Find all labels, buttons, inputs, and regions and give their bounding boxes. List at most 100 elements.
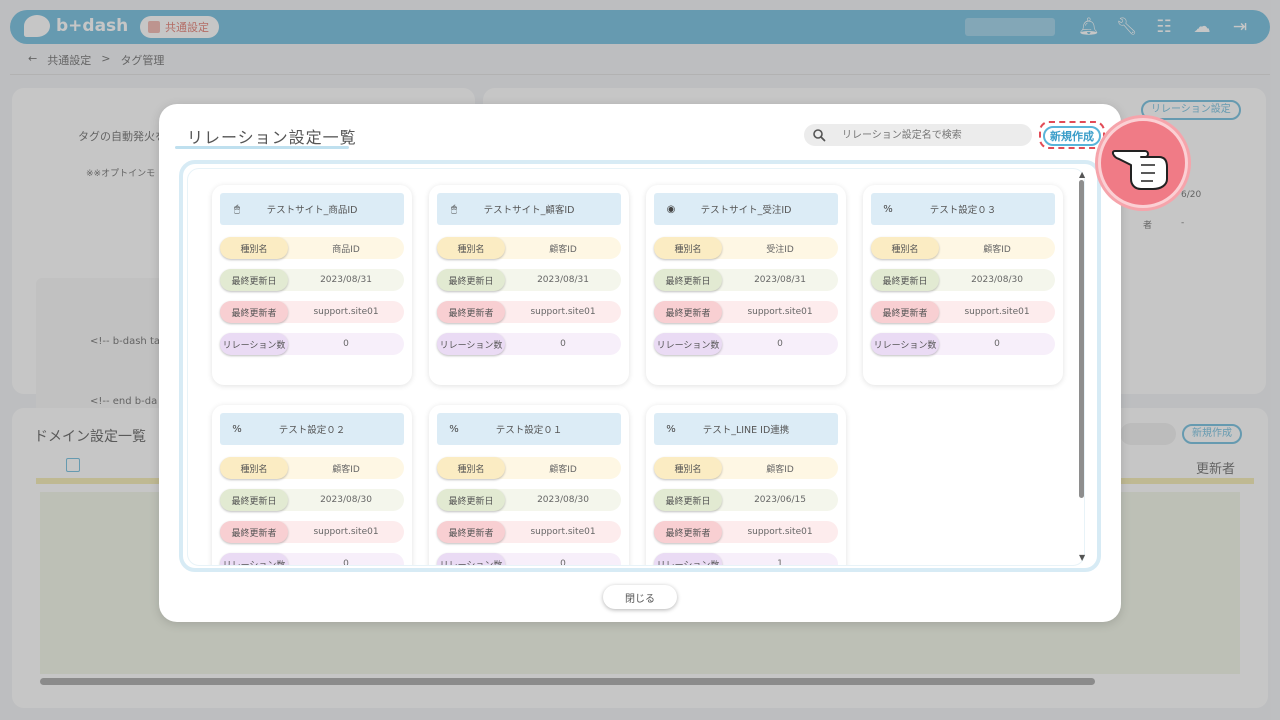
search-icon [813, 129, 826, 142]
relation-card[interactable]: % テスト設定０３ 種別名 顧客ID 最終更新日 2023/08/30 最終更新… [863, 185, 1063, 385]
relation-count-label: リレーション数 [871, 333, 939, 355]
relation-list-frame: 🖱︎ テストサイト_商品ID 種別名 商品ID 最終更新日 2023/08/31… [179, 160, 1101, 572]
new-create-button[interactable]: 新規作成 [1043, 126, 1101, 146]
updated-by-label: 最終更新者 [437, 301, 505, 323]
pointing-hand-icon [1098, 118, 1188, 208]
card-header[interactable]: % テスト設定０２ [220, 413, 404, 445]
relation-count-label: リレーション数 [220, 553, 288, 565]
kind-value: 顧客ID [766, 464, 794, 475]
updated-date-label: 最終更新日 [437, 269, 505, 291]
updated-date-value: 2023/08/31 [537, 275, 589, 285]
relation-card[interactable]: % テスト_LINE ID連携 種別名 顧客ID 最終更新日 2023/06/1… [646, 405, 846, 565]
kind-label: 種別名 [654, 457, 722, 479]
relation-count-row: リレーション数 1 [654, 553, 838, 565]
updated-by-row: 最終更新者 support.site01 [220, 301, 404, 323]
relation-count-value: 0 [560, 559, 566, 566]
card-title: テスト設定０３ [929, 205, 997, 216]
updated-date-value: 2023/08/31 [320, 275, 372, 285]
updated-by-label: 最終更新者 [654, 521, 722, 543]
kind-value: 商品ID [332, 244, 360, 255]
relation-count-value: 0 [343, 339, 349, 349]
updated-by-value: support.site01 [964, 307, 1030, 317]
kind-value: 顧客ID [549, 464, 577, 475]
scroll-down-icon[interactable]: ▼ [1079, 553, 1085, 562]
relation-count-label: リレーション数 [220, 333, 288, 355]
card-header[interactable]: % テスト_LINE ID連携 [654, 413, 838, 445]
updated-date-value: 2023/08/30 [320, 495, 372, 505]
kind-row: 種別名 受注ID [654, 237, 838, 259]
kind-value: 顧客ID [332, 464, 360, 475]
close-button[interactable]: 閉じる [603, 585, 677, 609]
kind-row: 種別名 商品ID [220, 237, 404, 259]
updated-date-label: 最終更新日 [437, 489, 505, 511]
updated-date-label: 最終更新日 [220, 269, 288, 291]
updated-by-label: 最終更新者 [220, 301, 288, 323]
updated-date-row: 最終更新日 2023/08/30 [437, 489, 621, 511]
kind-value: 顧客ID [549, 244, 577, 255]
scrollbar-thumb[interactable] [1079, 180, 1084, 498]
updated-by-value: support.site01 [530, 307, 596, 317]
search-input[interactable] [804, 124, 1032, 146]
card-title: テスト_LINE ID連携 [702, 425, 790, 436]
updated-by-row: 最終更新者 support.site01 [654, 301, 838, 323]
kind-value: 受注ID [766, 244, 794, 255]
card-header[interactable]: ◉ テストサイト_受注ID [654, 193, 838, 225]
updated-by-value: support.site01 [747, 527, 813, 537]
relation-count-label: リレーション数 [437, 333, 505, 355]
relation-count-row: リレーション数 0 [220, 333, 404, 355]
updated-date-value: 2023/08/30 [971, 275, 1023, 285]
updated-date-label: 最終更新日 [220, 489, 288, 511]
relation-count-label: リレーション数 [654, 333, 722, 355]
updated-by-label: 最終更新者 [654, 301, 722, 323]
card-title: テストサイト_顧客ID [483, 205, 575, 216]
updated-date-row: 最終更新日 2023/08/30 [871, 269, 1055, 291]
kind-row: 種別名 顧客ID [437, 457, 621, 479]
card-title: テストサイト_受注ID [700, 205, 792, 216]
kind-label: 種別名 [871, 237, 939, 259]
card-header[interactable]: % テスト設定０１ [437, 413, 621, 445]
card-header[interactable]: 🖱︎ テストサイト_商品ID [220, 193, 404, 225]
updated-date-row: 最終更新日 2023/06/15 [654, 489, 838, 511]
updated-by-label: 最終更新者 [220, 521, 288, 543]
search-box[interactable] [804, 124, 1032, 146]
relation-card-grid: 🖱︎ テストサイト_商品ID 種別名 商品ID 最終更新日 2023/08/31… [212, 185, 1063, 566]
updated-by-row: 最終更新者 support.site01 [437, 301, 621, 323]
relation-settings-modal: リレーション設定一覧 新規作成 🖱︎ テストサイト_商品ID 種別名 商品ID … [159, 104, 1121, 622]
kind-label: 種別名 [437, 237, 505, 259]
relation-count-row: リレーション数 0 [220, 553, 404, 565]
updated-by-row: 最終更新者 support.site01 [871, 301, 1055, 323]
updated-date-row: 最終更新日 2023/08/31 [220, 269, 404, 291]
updated-by-label: 最終更新者 [871, 301, 939, 323]
relation-card[interactable]: % テスト設定０１ 種別名 顧客ID 最終更新日 2023/08/30 最終更新… [429, 405, 629, 566]
relation-card[interactable]: ◉ テストサイト_受注ID 種別名 受注ID 最終更新日 2023/08/31 … [646, 185, 846, 385]
kind-label: 種別名 [654, 237, 722, 259]
updated-by-row: 最終更新者 support.site01 [220, 521, 404, 543]
relation-count-label: リレーション数 [437, 553, 505, 565]
relation-card[interactable]: % テスト設定０２ 種別名 顧客ID 最終更新日 2023/08/30 最終更新… [212, 405, 412, 565]
relation-card[interactable]: 🖱︎ テストサイト_商品ID 種別名 商品ID 最終更新日 2023/08/31… [212, 185, 412, 385]
updated-by-label: 最終更新者 [437, 521, 505, 543]
relation-card[interactable]: 🖱︎ テストサイト_顧客ID 種別名 顧客ID 最終更新日 2023/08/31… [429, 185, 629, 385]
updated-by-value: support.site01 [747, 307, 813, 317]
updated-date-label: 最終更新日 [654, 269, 722, 291]
updated-date-value: 2023/08/31 [754, 275, 806, 285]
kind-value: 顧客ID [983, 244, 1011, 255]
kind-row: 種別名 顧客ID [871, 237, 1055, 259]
relation-list-scroll-area[interactable]: 🖱︎ テストサイト_商品ID 種別名 商品ID 最終更新日 2023/08/31… [187, 168, 1085, 566]
new-button-highlight: 新規作成 [1039, 121, 1105, 149]
kind-row: 種別名 顧客ID [220, 457, 404, 479]
updated-by-value: support.site01 [530, 527, 596, 537]
card-title: テストサイト_商品ID [266, 205, 358, 216]
relation-count-row: リレーション数 0 [871, 333, 1055, 355]
updated-date-row: 最終更新日 2023/08/30 [220, 489, 404, 511]
card-header[interactable]: 🖱︎ テストサイト_顧客ID [437, 193, 621, 225]
relation-count-value: 0 [994, 339, 1000, 349]
card-header[interactable]: % テスト設定０３ [871, 193, 1055, 225]
updated-date-row: 最終更新日 2023/08/31 [654, 269, 838, 291]
card-title: テスト設定０２ [278, 425, 346, 436]
relation-count-label: リレーション数 [654, 553, 722, 565]
relation-count-value: 0 [777, 339, 783, 349]
vertical-scrollbar[interactable]: ▲ ▼ [1077, 170, 1087, 562]
scroll-up-icon[interactable]: ▲ [1079, 170, 1085, 179]
title-underline [175, 146, 349, 149]
